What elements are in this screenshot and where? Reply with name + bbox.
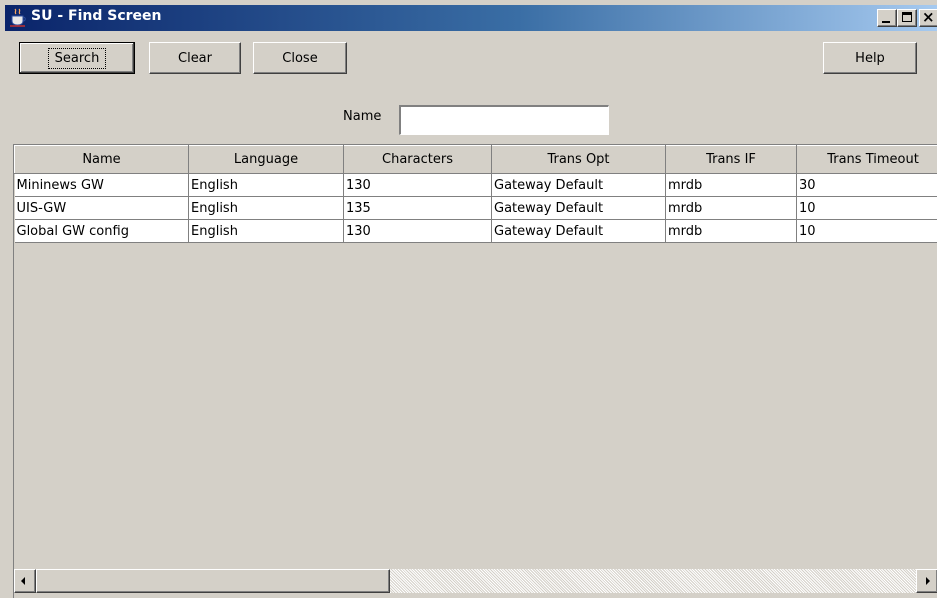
search-button-label: Search <box>47 47 107 69</box>
cell-characters[interactable]: 135 <box>343 196 492 220</box>
column-header-trans-if[interactable]: Trans IF <box>665 145 797 174</box>
name-input[interactable] <box>399 105 609 135</box>
scroll-right-arrow-icon <box>926 577 930 585</box>
cell-language[interactable]: English <box>188 196 344 220</box>
close-button[interactable]: Close <box>253 42 347 74</box>
clear-button[interactable]: Clear <box>149 42 241 74</box>
minimize-icon <box>882 21 890 23</box>
help-button[interactable]: Help <box>823 42 917 74</box>
table-header-row: Name Language Characters Trans Opt Trans… <box>14 145 937 174</box>
scrollbar-thumb[interactable] <box>36 569 390 593</box>
close-icon: × <box>922 8 935 26</box>
window-title: SU - Find Screen <box>31 8 162 24</box>
cell-name[interactable]: Global GW config <box>14 219 189 243</box>
search-button[interactable]: Search <box>19 42 135 74</box>
results-table-area: Name Language Characters Trans Opt Trans… <box>13 144 937 598</box>
close-window-button[interactable]: × <box>919 9 937 27</box>
cell-trans-opt[interactable]: Gateway Default <box>491 173 666 197</box>
cell-trans-if[interactable]: mrdb <box>665 173 797 197</box>
clear-button-label: Clear <box>178 50 212 66</box>
scroll-left-arrow-icon <box>21 577 25 585</box>
maximize-icon <box>902 12 912 22</box>
column-header-trans-timeout[interactable]: Trans Timeout <box>796 145 937 174</box>
horizontal-scrollbar[interactable] <box>14 569 937 593</box>
cell-trans-timeout[interactable]: 30 <box>796 173 937 197</box>
column-header-language[interactable]: Language <box>188 145 344 174</box>
find-screen-window: SU - Find Screen × Search Clear Close He… <box>0 0 937 598</box>
cell-name[interactable]: UIS-GW <box>14 196 189 220</box>
cell-trans-timeout[interactable]: 10 <box>796 219 937 243</box>
name-field-label: Name <box>343 109 382 124</box>
column-header-characters[interactable]: Characters <box>343 145 492 174</box>
column-header-trans-opt[interactable]: Trans Opt <box>491 145 666 174</box>
maximize-button[interactable] <box>897 9 917 27</box>
results-table: Name Language Characters Trans Opt Trans… <box>14 145 937 243</box>
scroll-right-button[interactable] <box>916 569 937 593</box>
cell-language[interactable]: English <box>188 219 344 243</box>
close-button-label: Close <box>282 50 318 66</box>
column-header-name[interactable]: Name <box>14 145 189 174</box>
cell-characters[interactable]: 130 <box>343 173 492 197</box>
table-row[interactable]: Mininews GW English 130 Gateway Default … <box>14 173 937 197</box>
cell-name[interactable]: Mininews GW <box>14 173 189 197</box>
minimize-button[interactable] <box>877 9 897 27</box>
cell-trans-opt[interactable]: Gateway Default <box>491 219 666 243</box>
help-button-label: Help <box>855 50 885 66</box>
table-row[interactable]: Global GW config English 130 Gateway Def… <box>14 219 937 243</box>
cell-trans-timeout[interactable]: 10 <box>796 196 937 220</box>
cell-trans-if[interactable]: mrdb <box>665 219 797 243</box>
cell-trans-opt[interactable]: Gateway Default <box>491 196 666 220</box>
title-bar[interactable]: SU - Find Screen × <box>5 5 937 31</box>
cell-trans-if[interactable]: mrdb <box>665 196 797 220</box>
java-coffee-cup-icon <box>10 8 26 27</box>
cell-characters[interactable]: 130 <box>343 219 492 243</box>
scroll-left-button[interactable] <box>14 569 36 593</box>
table-row[interactable]: UIS-GW English 135 Gateway Default mrdb … <box>14 196 937 220</box>
cell-language[interactable]: English <box>188 173 344 197</box>
